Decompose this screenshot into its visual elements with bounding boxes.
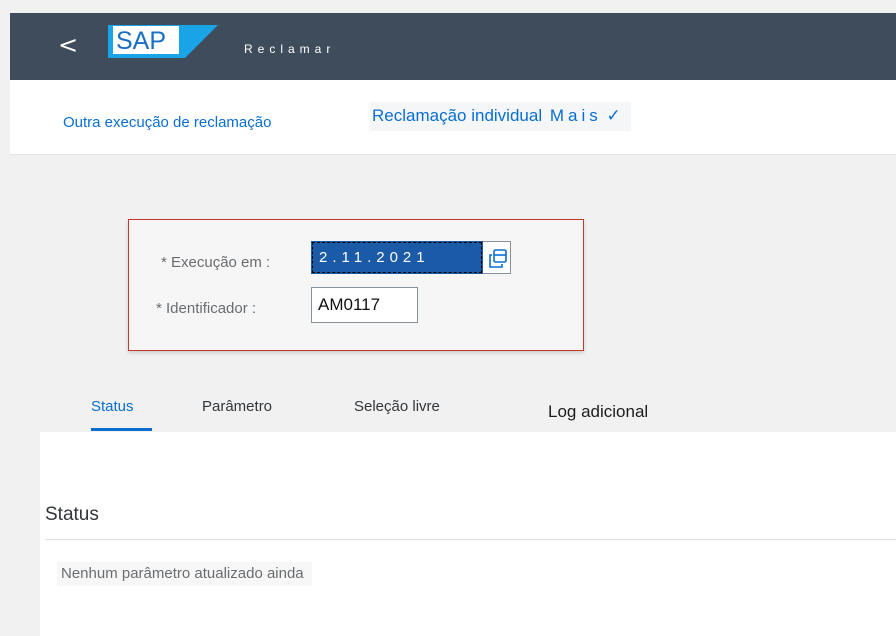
selection-criteria-panel: * Execução em : 2.11.2021 * Identificado…: [128, 219, 584, 351]
tab-additional-log[interactable]: Log adicional: [548, 402, 648, 422]
back-button[interactable]: <: [58, 33, 78, 57]
identifier-label: * Identificador :: [156, 300, 257, 317]
tab-free-selection[interactable]: Seleção livre: [354, 398, 440, 415]
run-date-label: * Execução em :: [161, 254, 271, 271]
individual-claim-label: Reclamação individual: [372, 106, 543, 125]
run-date-field[interactable]: 2.11.2021: [311, 241, 511, 274]
value-help-icon[interactable]: [487, 248, 509, 270]
section-divider: [45, 539, 896, 540]
empty-state-message: Nenhum parâmetro atualizado ainda: [57, 562, 312, 586]
identifier-input[interactable]: [311, 287, 418, 323]
shell-bar: < SAP Reclamar: [10, 13, 896, 80]
tab-bar: Status Parâmetro Seleção livre Log adici…: [40, 382, 896, 433]
run-date-value[interactable]: 2.11.2021: [311, 241, 483, 274]
sap-logo[interactable]: SAP: [108, 25, 218, 58]
chevron-down-icon[interactable]: ✓: [606, 106, 620, 125]
tab-status[interactable]: Status: [91, 398, 134, 415]
app-title: Reclamar: [244, 42, 336, 56]
other-run-link[interactable]: Outra execução de reclamação: [63, 114, 271, 131]
section-title: Status: [45, 504, 99, 525]
tab-parameter[interactable]: Parâmetro: [202, 398, 272, 415]
sap-logo-text: SAP: [116, 27, 166, 55]
individual-claim-link[interactable]: Reclamação individual Mais ✓: [370, 102, 631, 131]
more-menu-label[interactable]: Mais: [550, 106, 602, 125]
status-content: Status Nenhum parâmetro atualizado ainda: [40, 432, 896, 636]
tab-selected-indicator: [91, 428, 152, 431]
action-toolbar: Outra execução de reclamação Reclamação …: [10, 80, 896, 155]
